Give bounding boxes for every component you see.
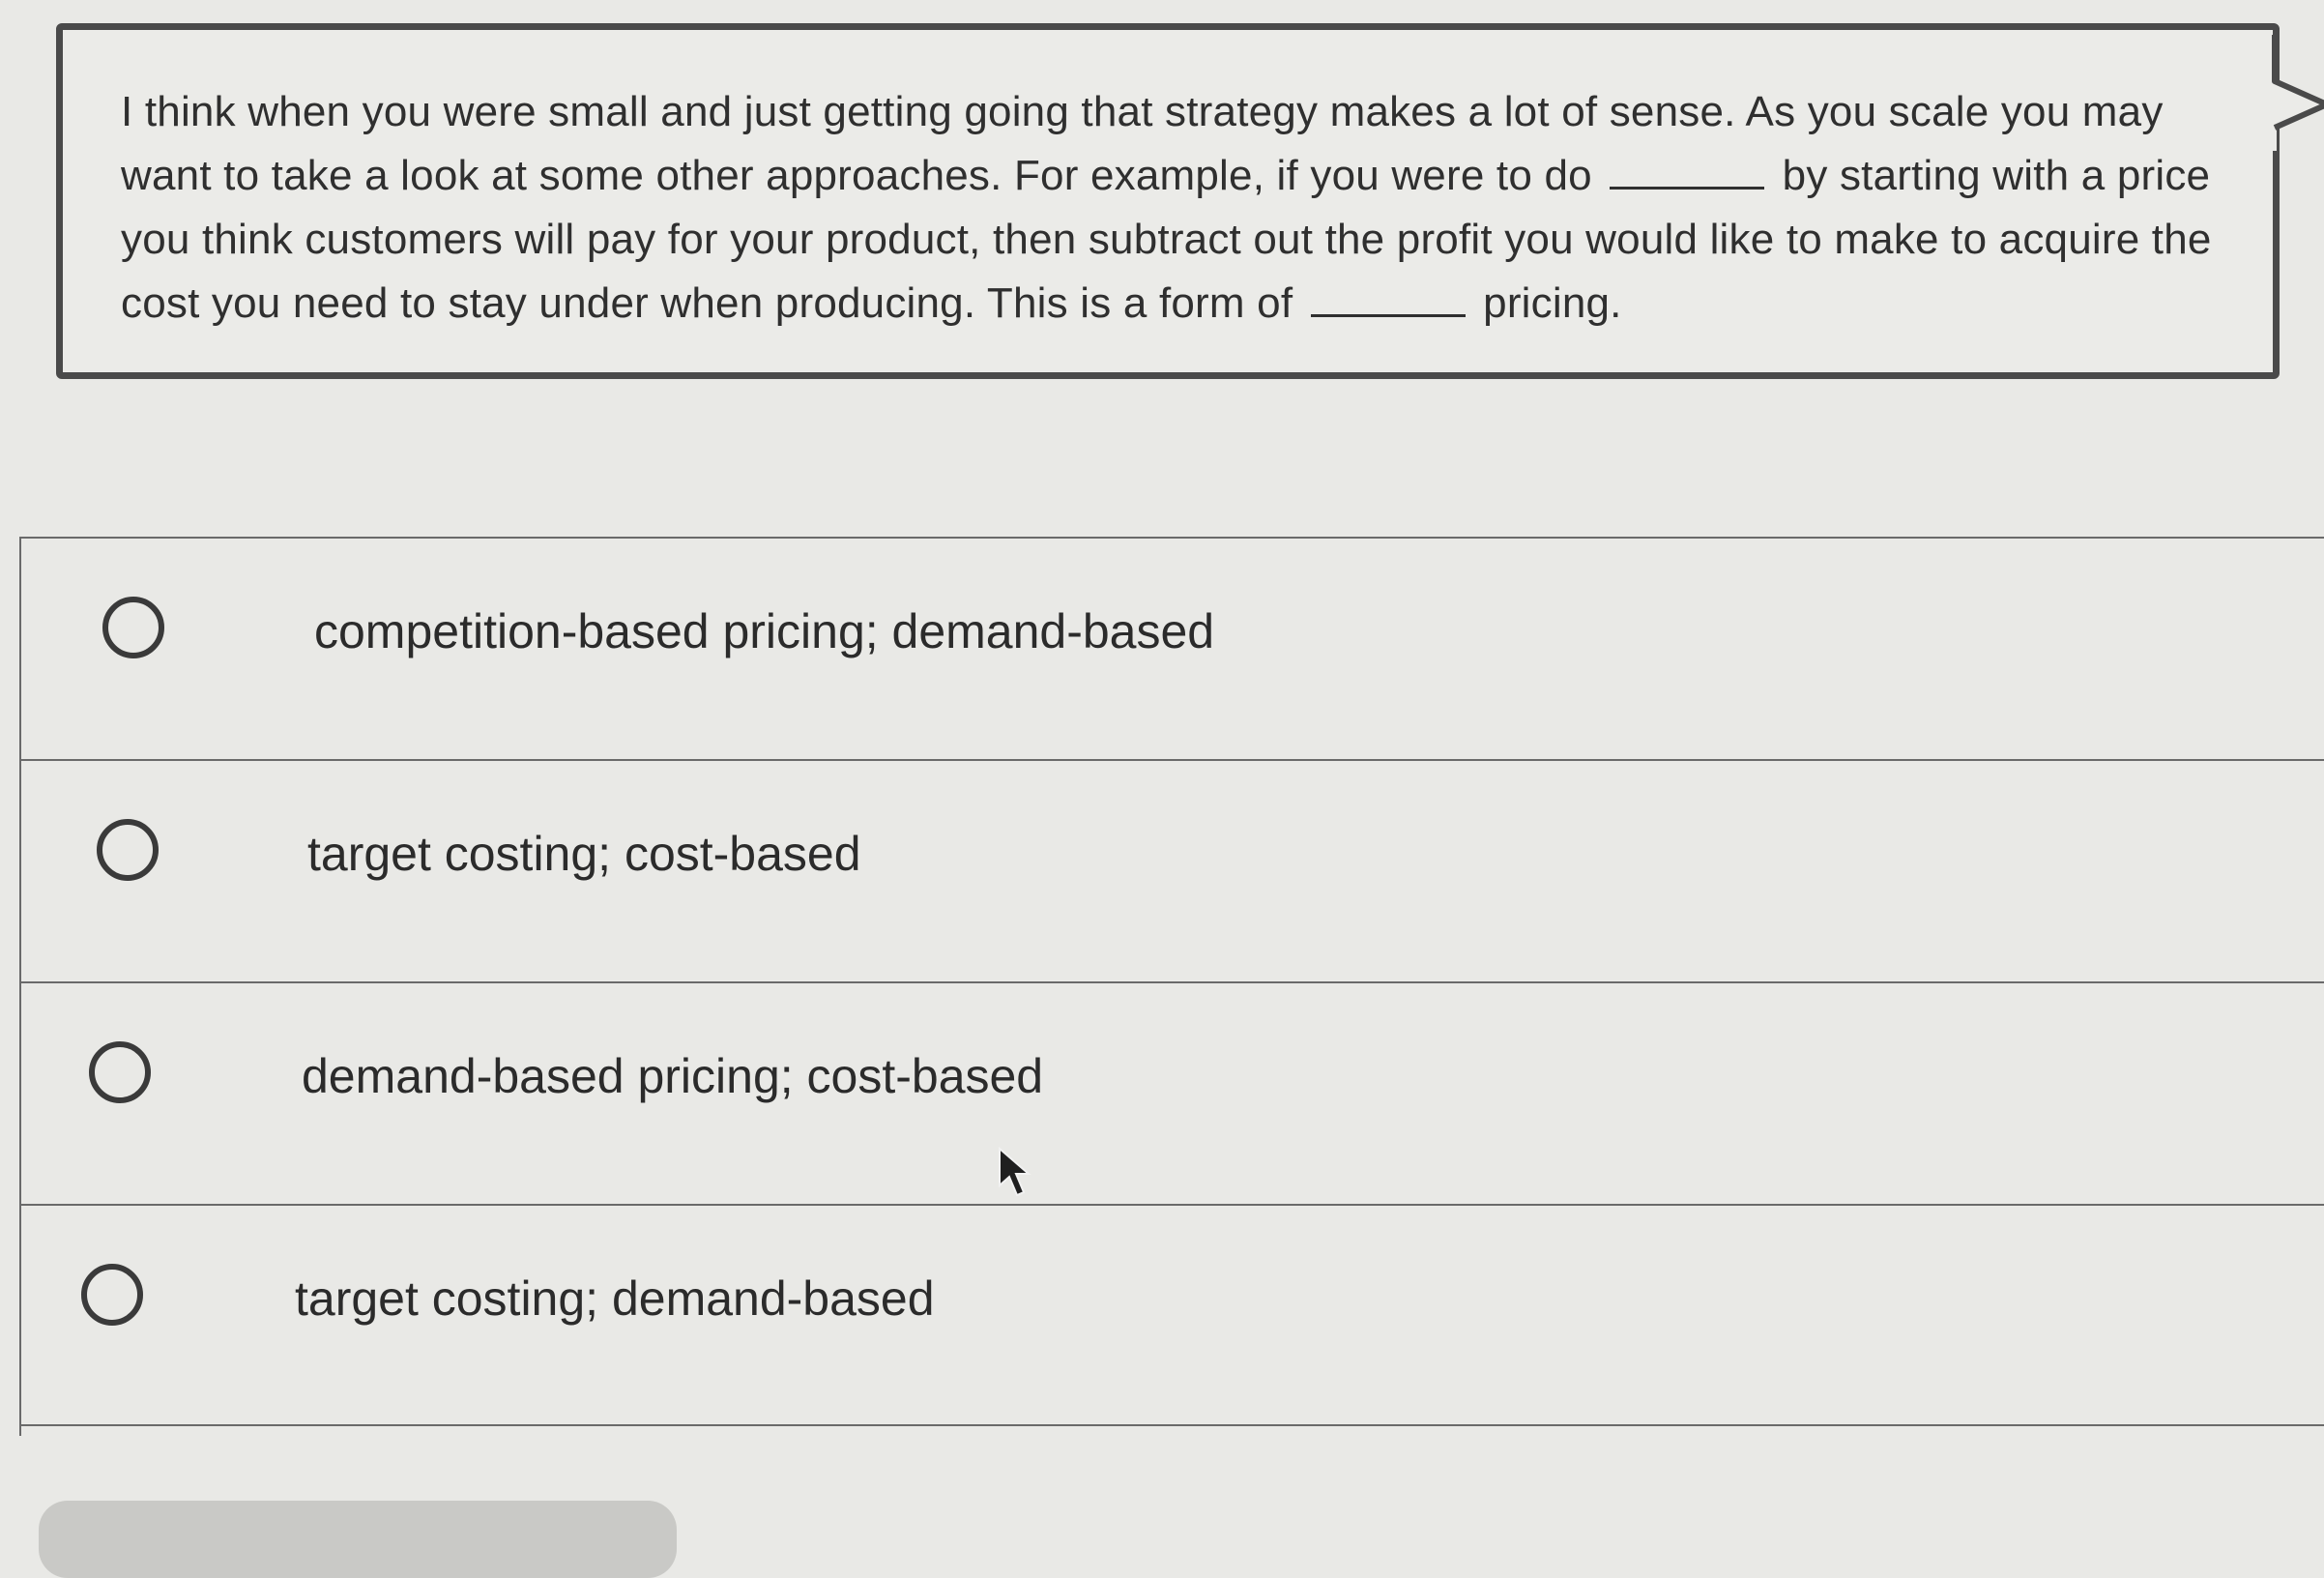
radio-unchecked-icon[interactable] — [81, 1264, 143, 1326]
answer-option-label: target costing; demand-based — [295, 1271, 935, 1326]
answer-option-2[interactable]: target costing; cost-based — [19, 759, 2324, 981]
answer-blank-1 — [1610, 185, 1765, 190]
answer-blank-2 — [1310, 312, 1466, 317]
answer-option-3[interactable]: demand-based pricing; cost-based — [19, 981, 2324, 1204]
answer-option-4[interactable]: target costing; demand-based — [19, 1204, 2324, 1426]
answer-option-label: demand-based pricing; cost-based — [302, 1049, 1044, 1103]
answer-option-label: target costing; cost-based — [307, 827, 861, 881]
answer-options-list: competition-based pricing; demand-based … — [19, 537, 2324, 1426]
answer-option-1[interactable]: competition-based pricing; demand-based — [19, 537, 2324, 759]
question-bubble: I think when you were small and just get… — [56, 23, 2280, 379]
radio-unchecked-icon[interactable] — [102, 597, 164, 658]
submit-button[interactable] — [39, 1501, 677, 1578]
question-text: I think when you were small and just get… — [121, 80, 2248, 336]
radio-unchecked-icon[interactable] — [97, 819, 159, 881]
options-left-border — [19, 537, 21, 1436]
answer-option-label: competition-based pricing; demand-based — [314, 604, 1215, 658]
radio-unchecked-icon[interactable] — [89, 1041, 151, 1103]
bubble-tail — [2272, 35, 2324, 151]
mouse-pointer-icon — [999, 1147, 1031, 1197]
question-text-part-3: pricing. — [1483, 279, 1622, 327]
